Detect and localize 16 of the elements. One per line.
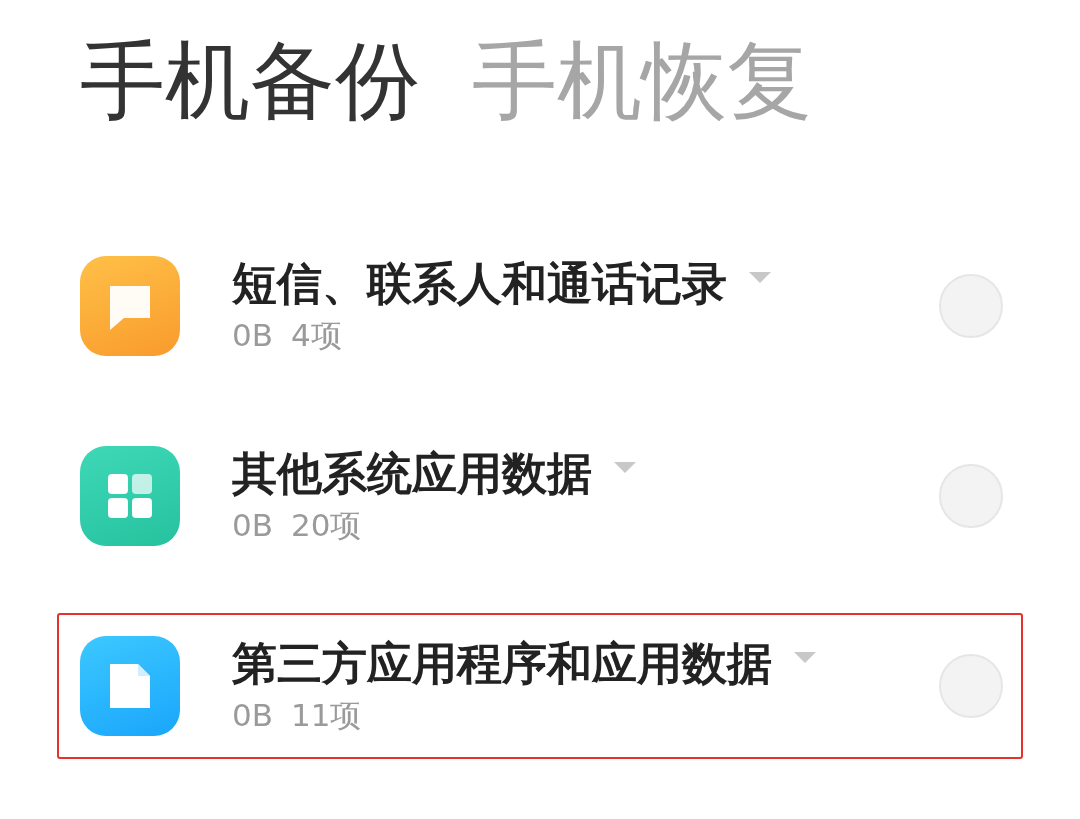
item-count: 20项 xyxy=(291,507,362,545)
item-title: 短信、联系人和通话记录 xyxy=(232,257,727,312)
dropdown-caret-icon[interactable] xyxy=(749,271,771,283)
tab[interactable]: 手机备份 xyxy=(80,30,420,132)
document-icon xyxy=(80,636,180,736)
item-title: 其他系统应用数据 xyxy=(232,447,592,502)
item-count: 11项 xyxy=(291,697,362,735)
item-title: 第三方应用程序和应用数据 xyxy=(232,637,772,692)
grid-icon xyxy=(80,446,180,546)
item-size: 0B xyxy=(232,317,273,355)
item-size: 0B xyxy=(232,697,273,735)
dropdown-caret-icon[interactable] xyxy=(794,651,816,663)
dropdown-caret-icon[interactable] xyxy=(614,461,636,473)
message-icon xyxy=(80,256,180,356)
item-count: 4项 xyxy=(291,317,342,355)
item-size: 0B xyxy=(232,507,273,545)
